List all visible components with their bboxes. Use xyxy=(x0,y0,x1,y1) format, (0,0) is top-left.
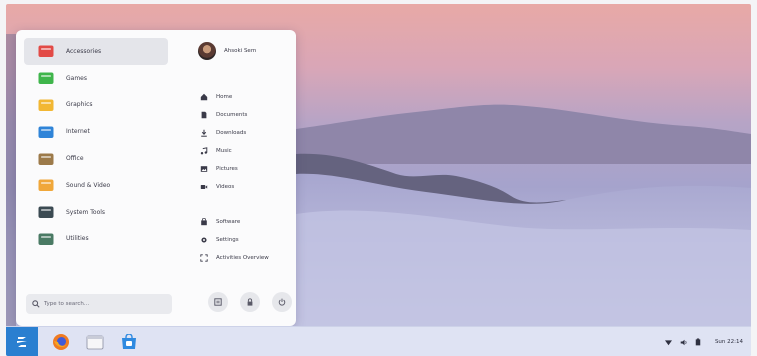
home-icon xyxy=(200,93,208,101)
category-label: System Tools xyxy=(66,208,106,216)
session-button[interactable] xyxy=(208,292,228,312)
category-label: Sound & Video xyxy=(66,181,111,189)
place-label: Downloads xyxy=(216,130,247,136)
system-tray: Sun 22:14 xyxy=(664,327,743,356)
lock-button[interactable] xyxy=(240,292,260,312)
settings-icon xyxy=(201,237,207,243)
sound-video-category-icon xyxy=(38,178,54,192)
places-list: Home Documents Downloads Music Pictures Video… xyxy=(200,88,292,196)
place-item-settings[interactable]: Settings xyxy=(200,231,292,249)
graphics-category-icon xyxy=(38,98,54,112)
place-item-home[interactable]: Home xyxy=(200,88,292,106)
place-item-activities-overview[interactable]: Activities Overview xyxy=(200,249,292,267)
office-category-icon xyxy=(38,152,54,166)
session-icon xyxy=(214,298,222,306)
category-item-internet[interactable]: Internet xyxy=(24,118,168,145)
place-label: Videos xyxy=(216,184,235,190)
place-item-videos[interactable]: Videos xyxy=(200,178,292,196)
place-item-downloads[interactable]: Downloads xyxy=(200,124,292,142)
utilities-category-icon xyxy=(38,232,54,246)
zorin-logo-icon xyxy=(17,336,27,347)
internet-category-icon xyxy=(38,125,54,139)
place-item-documents[interactable]: Documents xyxy=(200,106,292,124)
category-item-office[interactable]: Office xyxy=(24,145,168,172)
power-button[interactable] xyxy=(272,292,292,312)
start-menu-button[interactable] xyxy=(6,326,38,356)
avatar xyxy=(198,42,216,60)
clock[interactable]: Sun 22:14 xyxy=(715,339,743,345)
software-icon xyxy=(201,218,207,226)
category-item-system-tools[interactable]: System Tools xyxy=(24,199,168,226)
place-label: Pictures xyxy=(216,166,238,172)
pictures-icon xyxy=(200,166,208,172)
place-label: Home xyxy=(216,94,233,100)
software-store-icon xyxy=(122,333,136,349)
power-icon xyxy=(278,298,286,306)
desktop-screen: Accessories Games Graphics Internet Office So… xyxy=(6,4,751,356)
search-icon xyxy=(32,300,40,308)
videos-icon xyxy=(200,185,208,189)
files-icon xyxy=(86,335,104,349)
place-label: Music xyxy=(216,148,232,154)
battery-icon[interactable] xyxy=(695,338,701,346)
firefox-launcher[interactable] xyxy=(50,331,72,353)
place-label: Activities Overview xyxy=(216,255,269,261)
volume-icon[interactable] xyxy=(680,339,687,346)
place-label: Software xyxy=(216,219,241,225)
documents-icon xyxy=(201,111,207,119)
category-label: Games xyxy=(66,74,87,82)
category-item-games[interactable]: Games xyxy=(24,65,168,92)
activities-icon xyxy=(200,254,208,262)
category-item-accessories[interactable]: Accessories xyxy=(24,38,168,65)
category-label: Accessories xyxy=(66,47,102,55)
firefox-icon xyxy=(53,333,69,350)
category-item-sound-video[interactable]: Sound & Video xyxy=(24,172,168,199)
place-item-pictures[interactable]: Pictures xyxy=(200,160,292,178)
lock-icon xyxy=(247,298,253,306)
place-item-software[interactable]: Software xyxy=(200,213,292,231)
category-label: Internet xyxy=(66,128,90,136)
category-list: Accessories Games Graphics Internet Office So… xyxy=(24,38,168,252)
category-item-graphics[interactable]: Graphics xyxy=(24,92,168,119)
search-input[interactable]: Type to search... xyxy=(26,294,172,314)
place-item-music[interactable]: Music xyxy=(200,142,292,160)
application-menu: Accessories Games Graphics Internet Office So… xyxy=(16,30,296,326)
place-label: Documents xyxy=(216,112,248,118)
user-name: Ahsoki Sem xyxy=(224,48,257,54)
taskbar: Sun 22:14 xyxy=(6,326,751,356)
category-label: Office xyxy=(66,155,84,163)
session-actions xyxy=(208,292,292,312)
music-icon xyxy=(200,147,208,155)
place-label: Settings xyxy=(216,237,239,243)
system-list: Software Settings Activities Overview xyxy=(200,213,292,267)
downloads-icon xyxy=(201,129,207,137)
search-placeholder: Type to search... xyxy=(44,301,90,307)
user-account-button[interactable]: Ahsoki Sem xyxy=(198,42,256,60)
category-item-utilities[interactable]: Utilities xyxy=(24,226,168,253)
files-launcher[interactable] xyxy=(84,331,106,353)
accessories-category-icon xyxy=(38,44,54,58)
category-label: Graphics xyxy=(66,101,93,109)
system-tools-category-icon xyxy=(38,205,54,219)
menu-categories-panel: Accessories Games Graphics Internet Office So… xyxy=(16,30,176,326)
category-label: Utilities xyxy=(66,235,89,243)
menu-places-panel: Ahsoki Sem Home Documents Downloads Music Pi… xyxy=(188,30,296,326)
network-icon[interactable] xyxy=(664,339,672,346)
software-store-launcher[interactable] xyxy=(118,331,140,353)
games-category-icon xyxy=(38,71,54,85)
